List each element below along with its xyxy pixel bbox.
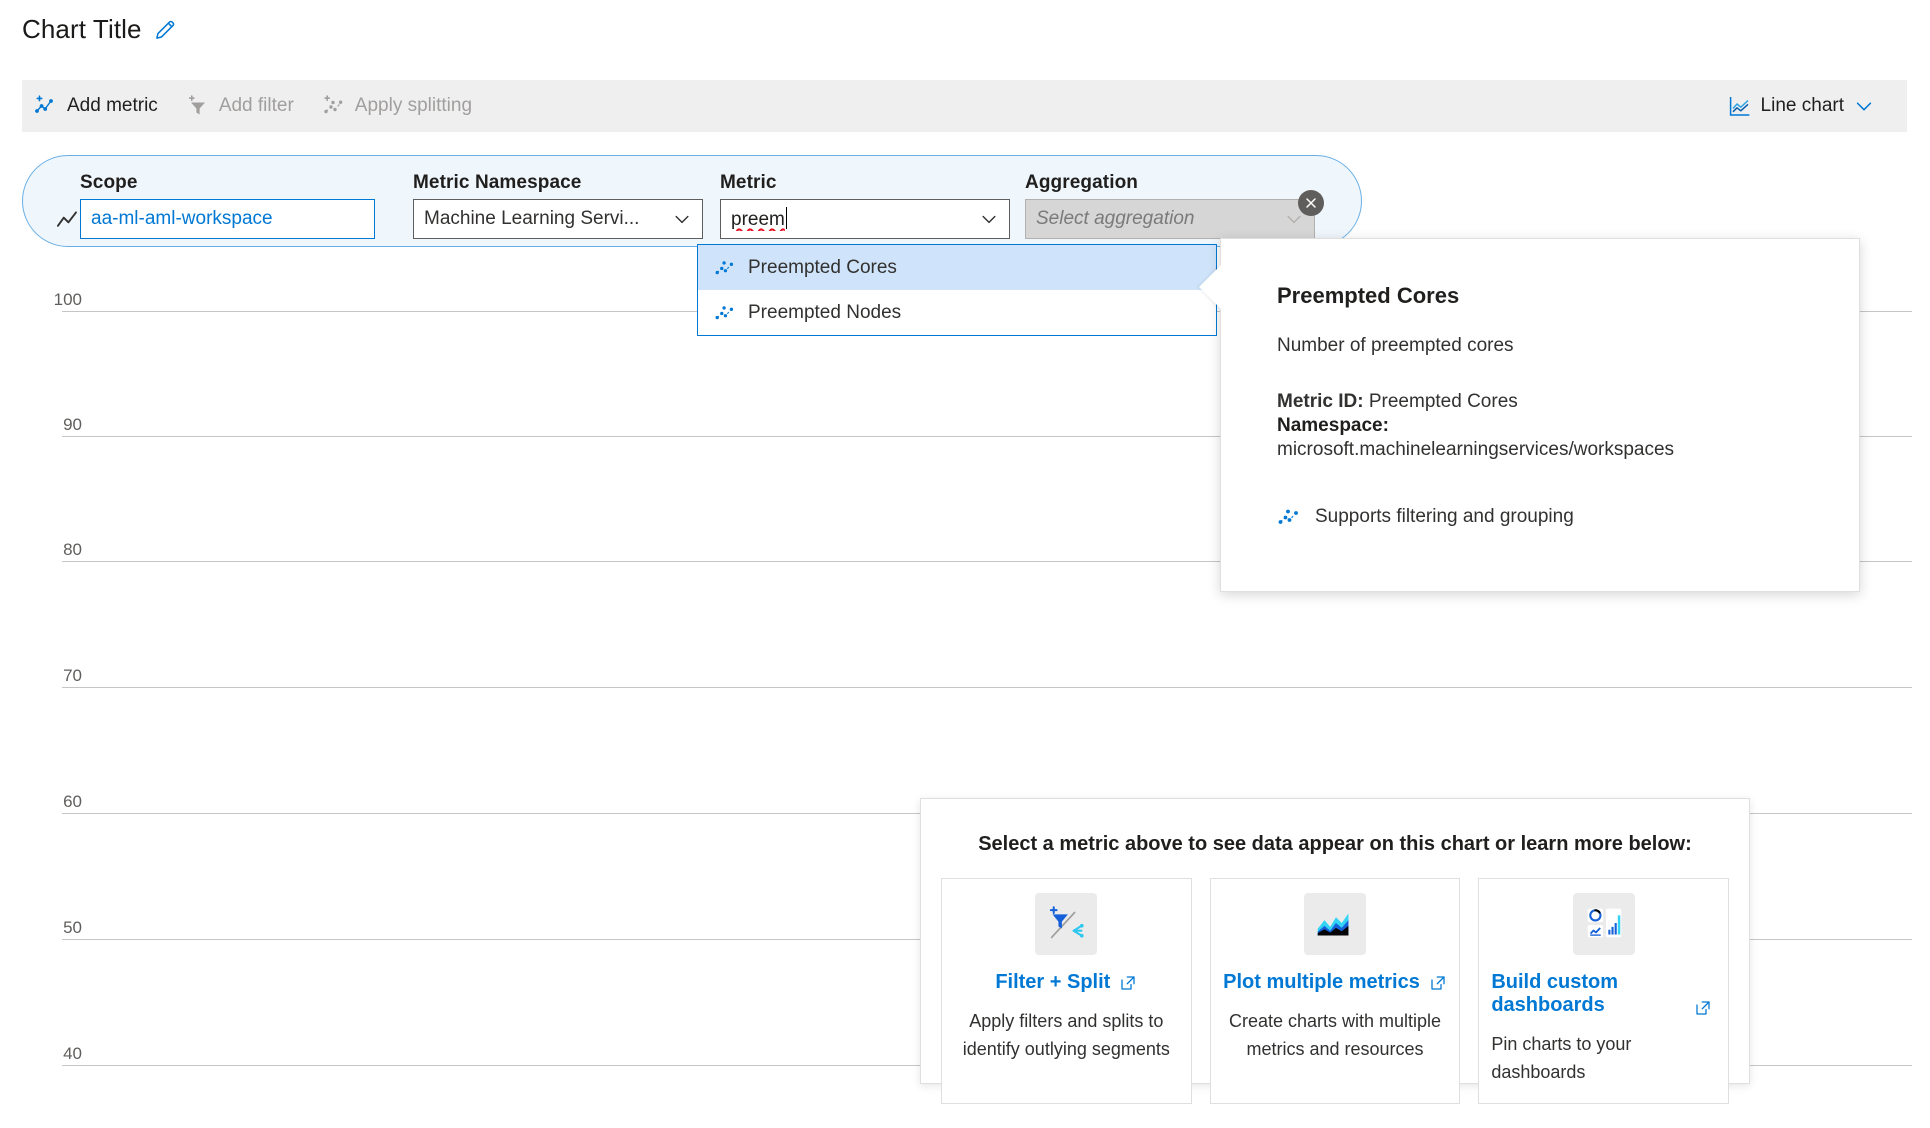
chart-type-selector[interactable]: Line chart <box>1714 80 1889 132</box>
gridline <box>62 687 1912 688</box>
metric-field: Metric preem <box>720 172 1010 239</box>
aggregation-field: Aggregation Select aggregation <box>1025 172 1315 239</box>
aggregation-label: Aggregation <box>1025 172 1138 193</box>
close-icon <box>1306 198 1316 208</box>
filter-split-link-label: Filter + Split <box>995 971 1111 993</box>
add-filter-icon <box>186 94 210 118</box>
y-axis-tick: 100 <box>53 290 82 309</box>
filter-split-link[interactable]: Filter + Split <box>995 971 1137 994</box>
external-link-icon <box>1694 999 1712 1017</box>
namespace-field: Metric Namespace Machine Learning Servi.… <box>413 172 703 239</box>
empty-chart-help-panel: Select a metric above to see data appear… <box>920 798 1750 1104</box>
scope-input[interactable]: aa-ml-aml-workspace <box>80 199 375 239</box>
pencil-icon[interactable] <box>152 17 178 43</box>
metric-info-title: Preempted Cores <box>1277 283 1460 308</box>
dashboard-icon <box>1572 893 1635 955</box>
page-title-row: Chart Title <box>22 14 178 45</box>
metric-combobox[interactable]: preem <box>720 199 1010 239</box>
help-card-build-custom-dashboards[interactable]: Build custom dashboards Pin charts to yo… <box>1478 878 1730 1104</box>
chart-type-label: Line chart <box>1760 95 1844 116</box>
metric-option-preempted-nodes[interactable]: Preempted Nodes <box>698 290 1216 335</box>
chevron-down-icon <box>672 209 692 229</box>
apply-splitting-button[interactable]: Apply splitting <box>308 80 486 132</box>
metric-option-label: Preempted Nodes <box>748 301 902 323</box>
aggregation-select[interactable]: Select aggregation <box>1025 199 1315 239</box>
supports-filtering-icon <box>1277 505 1301 529</box>
metric-info-description: Number of preempted cores <box>1277 335 1514 356</box>
line-chart-icon <box>1728 94 1752 118</box>
filter-split-icon <box>1035 893 1098 955</box>
help-card-filter-split[interactable]: Filter + Split Apply filters and splits … <box>941 878 1192 1104</box>
metric-namespace-value: microsoft.machinelearningservices/worksp… <box>1277 439 1675 460</box>
y-axis-tick: 70 <box>63 666 82 685</box>
plot-multiple-metrics-desc: Create charts with multiple metrics and … <box>1228 1011 1442 1059</box>
add-metric-label: Add metric <box>67 95 158 116</box>
metric-info-tooltip: Preempted Cores Number of preempted core… <box>1199 238 1860 592</box>
namespace-value: Machine Learning Servi... <box>424 208 640 229</box>
apply-splitting-label: Apply splitting <box>354 95 473 116</box>
remove-metric-button[interactable] <box>1298 190 1324 216</box>
metric-splitting-icon <box>714 257 736 279</box>
add-filter-button[interactable]: Add filter <box>172 80 308 132</box>
page-title: Chart Title <box>22 14 142 44</box>
scope-field: Scope aa-ml-aml-workspace <box>80 172 375 239</box>
metric-splitting-icon <box>714 302 736 324</box>
build-custom-dashboards-link-label: Build custom dashboards <box>1491 971 1619 1016</box>
y-axis-tick: 90 <box>63 415 82 434</box>
chevron-down-icon <box>1853 95 1875 117</box>
multi-metrics-chart-icon <box>1304 893 1366 955</box>
y-axis-tick: 60 <box>63 792 82 811</box>
metric-input-value: preem <box>731 209 785 230</box>
add-filter-label: Add filter <box>218 95 294 116</box>
y-axis-tick: 80 <box>63 540 82 559</box>
metric-options-dropdown: Preempted Cores Preempted Nodes <box>697 244 1217 336</box>
metric-label: Metric <box>720 172 777 193</box>
metric-id-label: Metric ID: <box>1277 391 1364 412</box>
plot-multiple-metrics-link[interactable]: Plot multiple metrics <box>1223 971 1447 994</box>
metric-line-icon <box>55 206 83 234</box>
build-custom-dashboards-link[interactable]: Build custom dashboards <box>1491 971 1716 1017</box>
help-card-plot-multiple-metrics[interactable]: Plot multiple metrics Create charts with… <box>1209 878 1461 1104</box>
metric-namespace-label: Namespace: <box>1277 415 1389 436</box>
build-custom-dashboards-desc: Pin charts to your dashboards <box>1491 1034 1632 1082</box>
namespace-label: Metric Namespace <box>413 172 582 193</box>
external-link-icon <box>1429 974 1447 992</box>
y-axis-tick: 40 <box>63 1044 82 1063</box>
filter-split-desc: Apply filters and splits to identify out… <box>962 1011 1170 1059</box>
command-bar: Add metric Add filter Apply splitting Li… <box>22 80 1907 132</box>
apply-splitting-icon <box>322 94 346 118</box>
add-metric-button[interactable]: Add metric <box>22 80 172 132</box>
metric-option-label: Preempted Cores <box>748 256 897 278</box>
supports-filtering-label: Supports filtering and grouping <box>1315 506 1574 527</box>
chevron-down-icon <box>979 209 999 229</box>
add-metric-icon <box>34 94 58 118</box>
tooltip-arrow <box>1199 265 1221 309</box>
empty-state-heading: Select a metric above to see data appear… <box>978 833 1692 855</box>
scope-value: aa-ml-aml-workspace <box>91 208 273 229</box>
y-axis-tick: 50 <box>63 918 82 937</box>
text-cursor <box>785 207 788 229</box>
metric-id-value: Preempted Cores <box>1368 391 1518 412</box>
plot-multiple-metrics-link-label: Plot multiple metrics <box>1223 971 1420 993</box>
namespace-select[interactable]: Machine Learning Servi... <box>413 199 703 239</box>
external-link-icon <box>1119 974 1137 992</box>
metric-option-preempted-cores[interactable]: Preempted Cores <box>698 245 1216 290</box>
aggregation-placeholder: Select aggregation <box>1036 208 1195 229</box>
scope-label: Scope <box>80 172 138 193</box>
metric-selector-row: Scope aa-ml-aml-workspace Metric Namespa… <box>22 155 1362 247</box>
